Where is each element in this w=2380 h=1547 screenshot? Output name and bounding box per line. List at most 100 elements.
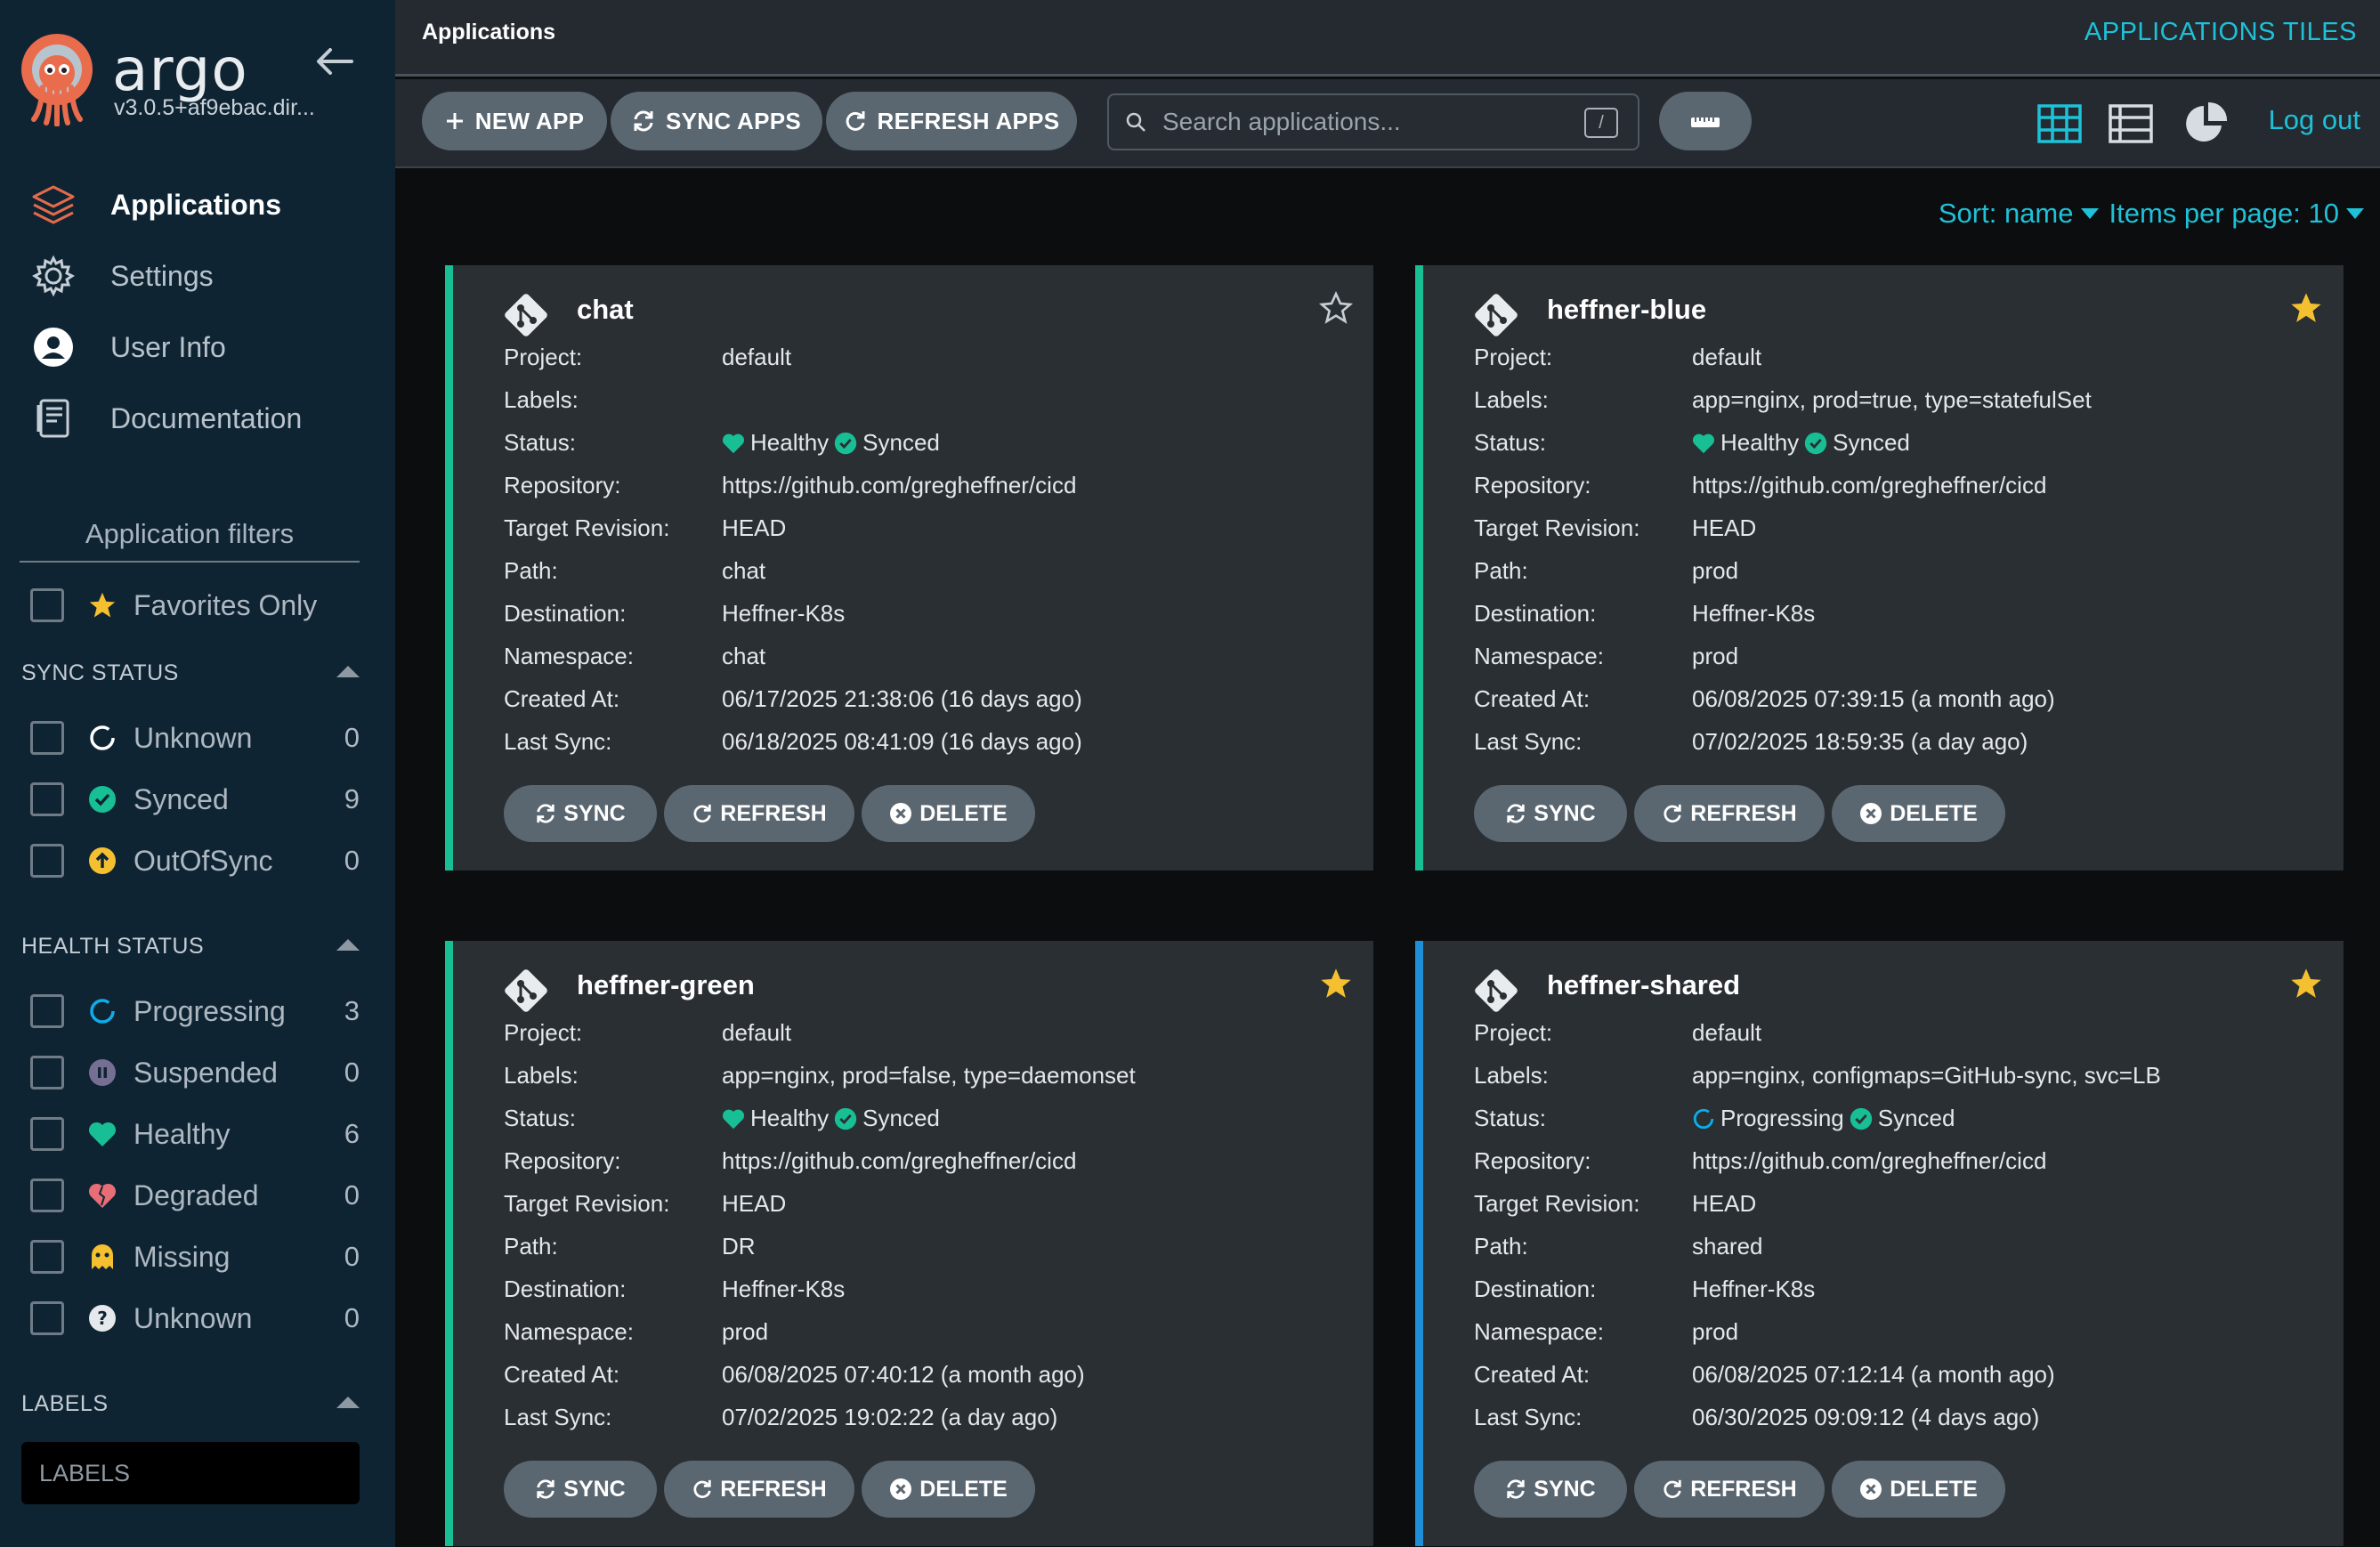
section-title: HEALTH STATUS (21, 934, 205, 959)
button-label: SYNC APPS (666, 107, 801, 134)
logout-link[interactable]: Log out (2269, 104, 2360, 136)
filter-sync-synced[interactable]: Synced 9 (30, 777, 360, 822)
star-filled-icon[interactable] (2288, 966, 2324, 1001)
app-name[interactable]: chat (577, 294, 634, 326)
question-circle-icon: ? (87, 1303, 117, 1333)
labels-filter-input[interactable] (21, 1442, 360, 1504)
collapse-caret-icon[interactable] (336, 666, 360, 677)
nav-item-user-info[interactable]: User Info (0, 312, 395, 383)
refresh-button[interactable]: REFRESH (1634, 1461, 1825, 1518)
collapse-sidebar-button[interactable] (307, 39, 360, 84)
field-value: 06/08/2025 07:12:14 (a month ago) (1692, 1361, 2055, 1388)
nav-item-applications[interactable]: Applications (0, 169, 395, 240)
sort-dropdown[interactable]: Sort: name (1939, 198, 2099, 230)
checkbox[interactable] (30, 1240, 64, 1274)
filter-health-degraded[interactable]: Degraded 0 (30, 1173, 360, 1218)
toolbar: NEW APP SYNC APPS REFRESH APPS / Log out (395, 79, 2380, 168)
field-value: default (722, 344, 792, 370)
checkbox[interactable] (30, 782, 64, 816)
field-label: Created At: (1474, 1361, 1591, 1388)
pause-circle-icon (87, 1057, 117, 1088)
favorites-only-filter[interactable]: Favorites Only (30, 583, 360, 628)
checkbox[interactable] (30, 588, 64, 622)
list-view-icon[interactable] (2106, 99, 2156, 149)
new-app-button[interactable]: NEW APP (422, 92, 607, 150)
nav-item-documentation[interactable]: Documentation (0, 383, 395, 454)
delete-button[interactable]: DELETE (862, 1461, 1035, 1518)
filter-count: 0 (344, 1302, 360, 1333)
checkbox[interactable] (30, 1056, 64, 1089)
star-filled-icon[interactable] (1318, 966, 1354, 1001)
sync-button[interactable]: SYNC (1474, 785, 1627, 842)
refresh-button[interactable]: REFRESH (664, 785, 854, 842)
star-filled-icon[interactable] (2288, 290, 2324, 326)
app-card-chat[interactable]: chat Project: default Labels: Status: Healthy… (445, 265, 1373, 871)
argo-octopus-logo (21, 34, 93, 126)
tiles-view-icon[interactable] (2035, 99, 2085, 149)
field-value: 07/02/2025 18:59:35 (a day ago) (1692, 728, 2028, 755)
app-name[interactable]: heffner-shared (1547, 969, 1740, 1001)
button-label: DELETE (919, 800, 1008, 826)
items-per-page-dropdown[interactable]: Items per page: 10 (2109, 198, 2364, 230)
refresh-button[interactable]: REFRESH (664, 1461, 854, 1518)
status-value: Progressing Synced (1692, 1105, 1955, 1132)
filter-health-missing[interactable]: Missing 0 (30, 1235, 360, 1279)
collapse-caret-icon[interactable] (336, 1397, 360, 1408)
app-card-heffner-shared[interactable]: heffner-shared Project: default Labels: app=… (1415, 941, 2344, 1546)
filter-health-progressing[interactable]: Progressing 3 (30, 989, 360, 1033)
app-card-heffner-blue[interactable]: heffner-blue Project: default Labels: app=ng… (1415, 265, 2344, 871)
checkbox[interactable] (30, 1178, 64, 1212)
nav-item-settings[interactable]: Settings (0, 240, 395, 312)
refresh-apps-button[interactable]: REFRESH APPS (826, 92, 1077, 150)
check-circle-icon (1804, 432, 1827, 454)
nav-label: Applications (110, 188, 282, 221)
filter-sync-outofsync[interactable]: OutOfSync 0 (30, 838, 360, 883)
app-name[interactable]: heffner-blue (1547, 294, 1706, 326)
pie-chart-view-icon[interactable] (2181, 99, 2230, 149)
checkbox[interactable] (30, 721, 64, 755)
circle-notch-icon (87, 723, 117, 753)
filter-health-unknown[interactable]: ? Unknown 0 (30, 1296, 360, 1340)
star-outline-icon[interactable] (1318, 290, 1354, 326)
filter-health-healthy[interactable]: Healthy 6 (30, 1112, 360, 1156)
filter-health-suspended[interactable]: Suspended 0 (30, 1050, 360, 1095)
checkbox[interactable] (30, 844, 64, 878)
sync-icon (1507, 1479, 1525, 1499)
refresh-icon (693, 1479, 711, 1499)
filter-sync-unknown[interactable]: Unknown 0 (30, 716, 360, 760)
filter-count: 3 (344, 995, 360, 1026)
button-label: REFRESH (720, 1476, 827, 1502)
button-label: REFRESH APPS (877, 107, 1060, 134)
search-input[interactable] (1162, 104, 1581, 140)
collapse-caret-icon[interactable] (336, 939, 360, 951)
search-shortcut-key: / (1584, 108, 1618, 138)
gear-icon (30, 253, 77, 299)
checkbox[interactable] (30, 1301, 64, 1335)
delete-button[interactable]: DELETE (1832, 785, 2005, 842)
status-value: Healthy Synced (722, 429, 940, 457)
sync-button[interactable]: SYNC (504, 1461, 657, 1518)
sync-button[interactable]: SYNC (1474, 1461, 1627, 1518)
sidebar: argo v3.0.5+af9ebac.dir... Applications … (0, 0, 395, 1547)
app-name[interactable]: heffner-green (577, 969, 755, 1001)
field-value: DR (722, 1233, 756, 1259)
sync-button[interactable]: SYNC (504, 785, 657, 842)
button-label: SYNC (563, 800, 626, 826)
refresh-button[interactable]: REFRESH (1634, 785, 1825, 842)
checkbox[interactable] (30, 994, 64, 1028)
delete-button[interactable]: DELETE (1832, 1461, 2005, 1518)
sync-apps-button[interactable]: SYNC APPS (611, 92, 822, 150)
field-value: prod (1692, 557, 1739, 584)
sort-bar: Sort: name Items per page: 10 (1939, 198, 2364, 230)
delete-button[interactable]: DELETE (862, 785, 1035, 842)
app-card-heffner-green[interactable]: heffner-green Project: default Labels: app=n… (445, 941, 1373, 1546)
view-title: APPLICATIONS TILES (2084, 18, 2357, 46)
git-icon (503, 968, 549, 1018)
filter-count: 6 (344, 1118, 360, 1149)
field-label: Target Revision: (1474, 1190, 1640, 1217)
field-label: Namespace: (504, 643, 634, 669)
ruler-button[interactable] (1659, 92, 1752, 150)
health-status: Healthy (750, 429, 830, 456)
checkbox[interactable] (30, 1117, 64, 1151)
field-label: Last Sync: (504, 728, 612, 755)
